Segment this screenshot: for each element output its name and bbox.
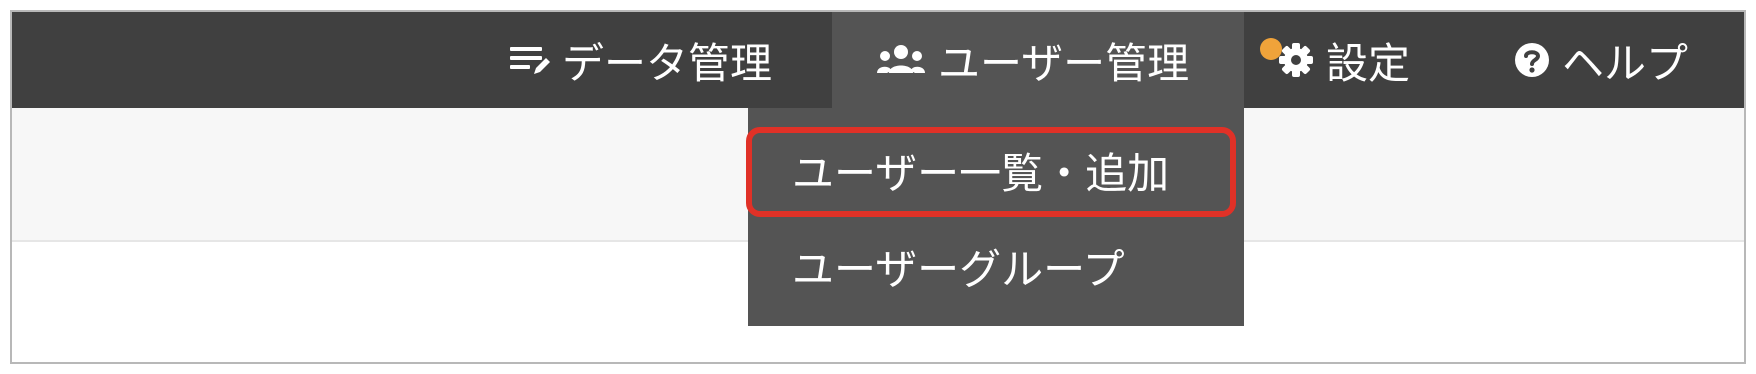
user-management-dropdown: ユーザー一覧・追加 ユーザーグループ bbox=[748, 108, 1244, 326]
data-edit-icon bbox=[510, 43, 550, 77]
dropdown-item-user-groups-label: ユーザーグループ bbox=[792, 244, 1125, 294]
dropdown-item-user-list-add[interactable]: ユーザー一覧・追加 bbox=[748, 122, 1244, 218]
help-circle-icon bbox=[1514, 42, 1550, 78]
nav-help-label: ヘルプ bbox=[1562, 38, 1689, 88]
nav-settings-label: 設定 bbox=[1326, 38, 1411, 88]
gear-icon bbox=[1278, 42, 1314, 78]
nav-user-management[interactable]: ユーザー管理 bbox=[832, 12, 1244, 108]
app-frame: データ管理 ユーザー管理 設定 ヘルプ ユーザー一覧・追加 ユーザーグループ bbox=[10, 10, 1746, 364]
nav-user-management-label: ユーザー管理 bbox=[938, 38, 1190, 88]
users-icon bbox=[876, 43, 926, 77]
nav-data-management-label: データ管理 bbox=[562, 38, 773, 88]
dropdown-item-user-list-add-label: ユーザー一覧・追加 bbox=[792, 148, 1170, 198]
nav-data-management[interactable]: データ管理 bbox=[502, 12, 832, 108]
nav-help[interactable]: ヘルプ bbox=[1492, 12, 1732, 108]
nav-settings[interactable]: 設定 bbox=[1252, 12, 1432, 108]
dropdown-item-user-groups[interactable]: ユーザーグループ bbox=[748, 218, 1244, 314]
